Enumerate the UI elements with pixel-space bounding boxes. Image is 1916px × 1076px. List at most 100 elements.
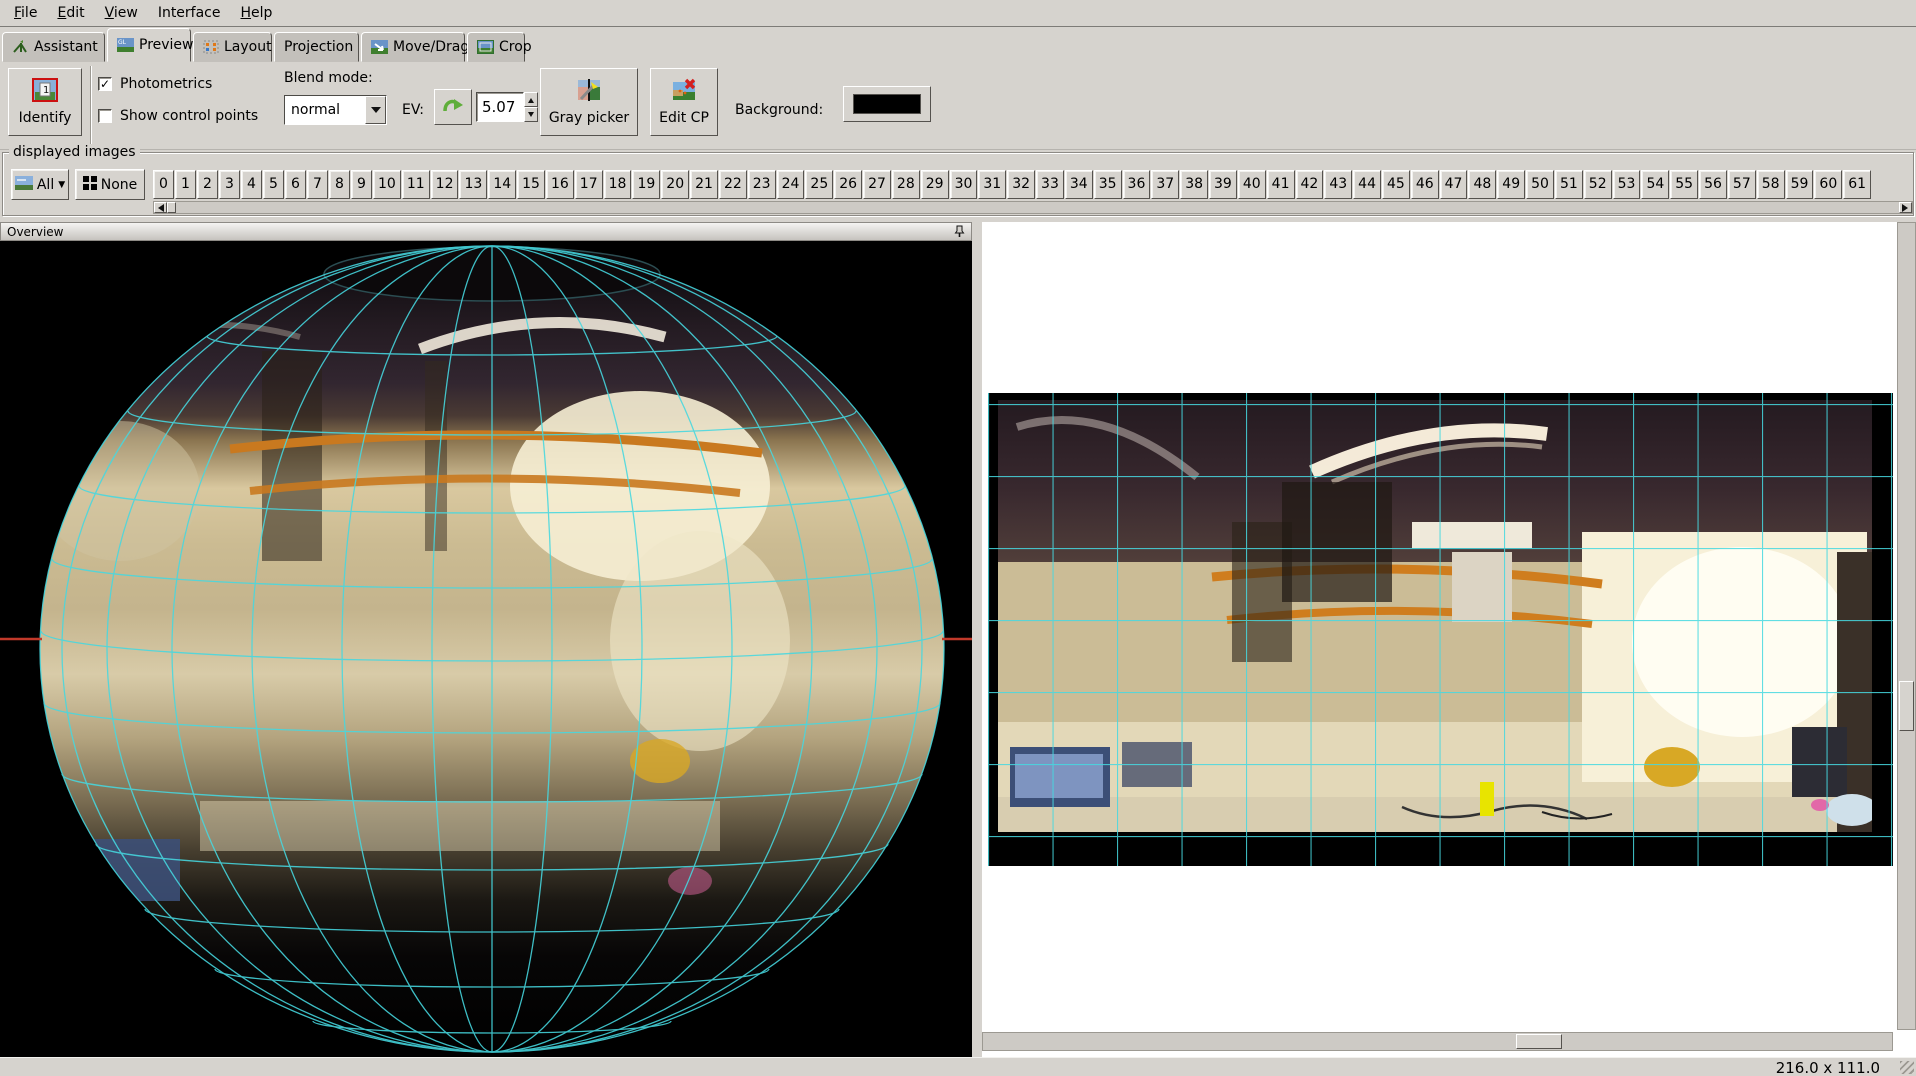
image-toggle-button[interactable]: 7 [307, 170, 328, 199]
resize-grip[interactable] [1900, 1061, 1914, 1074]
image-toggle-button[interactable]: 54 [1641, 170, 1669, 199]
image-toggle-button[interactable]: 15 [517, 170, 545, 199]
image-toggle-button[interactable]: 47 [1440, 170, 1468, 199]
ev-input[interactable] [476, 92, 524, 122]
image-toggle-button[interactable]: 11 [402, 170, 430, 199]
edit-cp-button[interactable]: Edit CP [650, 68, 718, 136]
image-toggle-button[interactable]: 46 [1411, 170, 1439, 199]
spin-down-icon[interactable] [524, 107, 538, 122]
image-toggle-button[interactable]: 20 [661, 170, 689, 199]
image-toggle-button[interactable]: 51 [1555, 170, 1583, 199]
image-toggle-button[interactable]: 55 [1670, 170, 1698, 199]
pane-splitter[interactable] [972, 222, 982, 1057]
image-toggle-button[interactable]: 32 [1007, 170, 1035, 199]
image-toggle-button[interactable]: 39 [1209, 170, 1237, 199]
image-toggle-button[interactable]: 26 [834, 170, 862, 199]
gray-picker-button[interactable]: Gray picker [540, 68, 638, 136]
image-toggle-button[interactable]: 1 [175, 170, 196, 199]
image-row-scrollbar[interactable] [153, 201, 1913, 214]
image-toggle-button[interactable]: 52 [1584, 170, 1612, 199]
ev-reset-button[interactable] [434, 89, 472, 125]
image-toggle-button[interactable]: 12 [431, 170, 459, 199]
menu-help[interactable]: Help [231, 2, 283, 24]
image-toggle-button[interactable]: 29 [921, 170, 949, 199]
tab-crop[interactable]: Crop [467, 32, 525, 62]
image-toggle-button[interactable]: 5 [263, 170, 284, 199]
image-toggle-button[interactable]: 21 [690, 170, 718, 199]
image-toggle-button[interactable]: 45 [1382, 170, 1410, 199]
menu-interface[interactable]: Interface [148, 2, 231, 24]
image-toggle-button[interactable]: 61 [1843, 170, 1871, 199]
all-dropdown-arrow: ▼ [58, 180, 65, 190]
image-toggle-button[interactable]: 8 [329, 170, 350, 199]
image-toggle-button[interactable]: 58 [1757, 170, 1785, 199]
image-toggle-button[interactable]: 10 [373, 170, 401, 199]
image-toggle-button[interactable]: 34 [1065, 170, 1093, 199]
preview-v-scroll-thumb[interactable] [1899, 681, 1914, 731]
image-toggle-button[interactable]: 44 [1353, 170, 1381, 199]
image-toggle-button[interactable]: 24 [777, 170, 805, 199]
overview-sphere-canvas[interactable] [0, 241, 972, 1057]
tab-preview[interactable]: GL Preview [107, 28, 191, 62]
image-toggle-button[interactable]: 13 [459, 170, 487, 199]
pin-icon[interactable] [954, 224, 965, 240]
image-toggle-button[interactable]: 38 [1180, 170, 1208, 199]
image-toggle-button[interactable]: 22 [719, 170, 747, 199]
background-color-button[interactable] [843, 86, 931, 122]
scroll-left-icon[interactable] [154, 202, 167, 213]
image-toggle-button[interactable]: 40 [1238, 170, 1266, 199]
menu-file[interactable]: File [4, 2, 47, 24]
image-toggle-button[interactable]: 4 [241, 170, 262, 199]
scroll-right-icon[interactable] [1899, 202, 1912, 213]
blend-mode-select[interactable]: normal [284, 95, 387, 125]
image-toggle-button[interactable]: 14 [488, 170, 516, 199]
show-control-points-checkbox[interactable]: Show control points [98, 108, 258, 124]
image-toggle-button[interactable]: 27 [863, 170, 891, 199]
image-toggle-button[interactable]: 56 [1699, 170, 1727, 199]
image-toggle-button[interactable]: 2 [197, 170, 218, 199]
image-toggle-button[interactable]: 43 [1324, 170, 1352, 199]
photometrics-checkbox[interactable]: ✓ Photometrics [98, 76, 212, 92]
image-toggle-button[interactable]: 37 [1151, 170, 1179, 199]
tab-move-drag[interactable]: Move/Drag [361, 32, 465, 62]
image-toggle-button[interactable]: 17 [575, 170, 603, 199]
image-toggle-button[interactable]: 33 [1036, 170, 1064, 199]
preview-h-scroll-thumb[interactable] [1516, 1034, 1562, 1049]
image-toggle-button[interactable]: 59 [1786, 170, 1814, 199]
image-toggle-button[interactable]: 23 [748, 170, 776, 199]
show-none-button[interactable]: None [75, 169, 145, 200]
image-toggle-button[interactable]: 3 [219, 170, 240, 199]
image-toggle-button[interactable]: 50 [1526, 170, 1554, 199]
menu-edit[interactable]: Edit [47, 2, 94, 24]
image-toggle-button[interactable]: 28 [892, 170, 920, 199]
image-toggle-button[interactable]: 53 [1613, 170, 1641, 199]
image-toggle-button[interactable]: 6 [285, 170, 306, 199]
image-toggle-button[interactable]: 42 [1296, 170, 1324, 199]
preview-h-scrollbar[interactable] [982, 1032, 1893, 1051]
tab-projection[interactable]: Projection [274, 32, 359, 62]
show-all-button[interactable]: All▼ [11, 169, 69, 200]
image-toggle-button[interactable]: 19 [632, 170, 660, 199]
image-toggle-button[interactable]: 49 [1497, 170, 1525, 199]
image-toggle-button[interactable]: 30 [950, 170, 978, 199]
image-toggle-button[interactable]: 57 [1728, 170, 1756, 199]
tab-assistant[interactable]: Assistant [2, 32, 105, 62]
tab-layout[interactable]: Layout [193, 32, 272, 62]
image-row-scroll-thumb[interactable] [167, 202, 176, 213]
image-toggle-button[interactable]: 48 [1468, 170, 1496, 199]
image-toggle-button[interactable]: 31 [978, 170, 1006, 199]
preview-v-scrollbar[interactable] [1897, 222, 1916, 1030]
panorama-preview-canvas[interactable] [982, 222, 1916, 1057]
spin-up-icon[interactable] [524, 92, 538, 107]
image-toggle-button[interactable]: 41 [1267, 170, 1295, 199]
image-toggle-button[interactable]: 9 [351, 170, 372, 199]
image-toggle-button[interactable]: 18 [604, 170, 632, 199]
image-toggle-button[interactable]: 0 [153, 170, 174, 199]
image-toggle-button[interactable]: 25 [805, 170, 833, 199]
image-toggle-button[interactable]: 16 [546, 170, 574, 199]
image-toggle-button[interactable]: 35 [1094, 170, 1122, 199]
identify-button[interactable]: 1 Identify [8, 68, 82, 136]
menu-view[interactable]: View [95, 2, 148, 24]
image-toggle-button[interactable]: 36 [1123, 170, 1151, 199]
image-toggle-button[interactable]: 60 [1814, 170, 1842, 199]
